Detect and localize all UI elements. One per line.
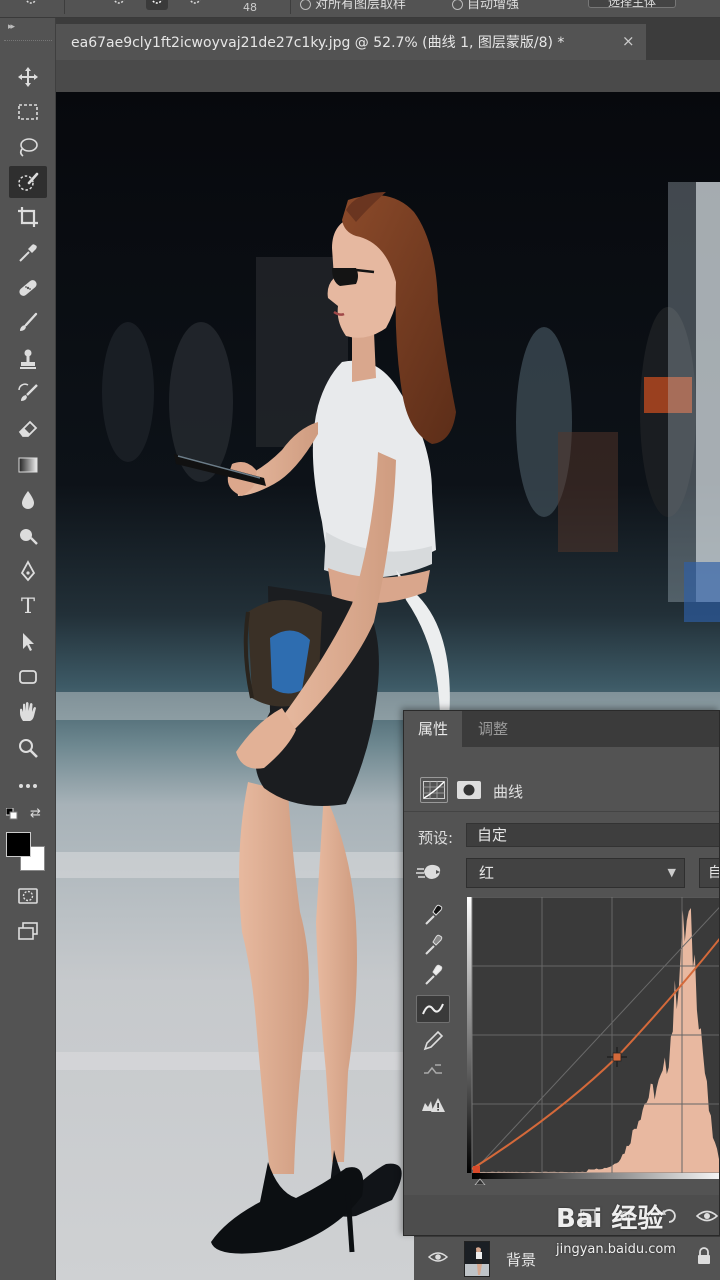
sample-all-layers-label: 对所有图层取样	[315, 0, 407, 12]
collapse-panel-icon[interactable]: ▸▸	[8, 22, 15, 32]
subtract-from-selection-icon[interactable]	[184, 0, 206, 10]
tab-adjustments[interactable]: 调整	[464, 711, 522, 747]
move-tool-icon[interactable]	[9, 61, 47, 93]
brush-preset-icon[interactable]	[20, 0, 42, 10]
panel-grip[interactable]	[4, 40, 52, 43]
clip-to-layer-icon[interactable]	[578, 1205, 600, 1227]
options-separator	[290, 0, 291, 14]
rectangle-tool-icon[interactable]	[9, 661, 47, 693]
add-to-selection-icon[interactable]	[146, 0, 168, 10]
clipping-warning-icon[interactable]	[416, 1091, 450, 1119]
clone-stamp-tool-icon[interactable]	[9, 343, 47, 375]
document-tab-title: ea67ae9cly1ft2icwoyvaj21de27c1ky.jpg @ 5…	[71, 35, 565, 51]
close-tab-icon[interactable]: ×	[622, 32, 635, 50]
pen-tool-icon[interactable]	[9, 555, 47, 587]
layer-mask-icon[interactable]	[456, 780, 482, 800]
lock-icon	[698, 1247, 710, 1264]
healing-brush-tool-icon[interactable]	[9, 272, 47, 304]
path-selection-tool-icon[interactable]	[9, 626, 47, 658]
sample-gray-point-icon[interactable]	[416, 931, 450, 959]
document-tab-bar: ea67ae9cly1ft2icwoyvaj21de27c1ky.jpg @ 5…	[56, 18, 720, 60]
brush-size-value[interactable]: 48	[243, 1, 257, 14]
tab-properties[interactable]: 属性	[404, 711, 463, 747]
select-subject-button[interactable]: 选择主体	[588, 0, 676, 9]
new-selection-icon[interactable]	[108, 0, 130, 10]
quick-selection-tool-icon[interactable]	[9, 166, 47, 198]
foreground-color-swatch[interactable]	[6, 832, 31, 857]
sample-black-point-icon[interactable]	[416, 901, 450, 929]
quick-mask-icon[interactable]	[9, 880, 47, 912]
view-previous-state-icon[interactable]	[616, 1205, 638, 1227]
marquee-tool-icon[interactable]	[9, 96, 47, 128]
layer-visibility-eye-icon[interactable]	[428, 1249, 448, 1265]
blur-tool-icon[interactable]	[9, 484, 47, 516]
panel-divider	[404, 811, 719, 812]
layer-row-background[interactable]: 背景	[414, 1236, 720, 1280]
layer-thumbnail	[464, 1241, 490, 1277]
auto-enhance-checkbox[interactable]: 自动增强	[452, 0, 519, 12]
sample-all-layers-checkbox[interactable]: 对所有图层取样	[300, 0, 406, 12]
properties-footer	[404, 1195, 719, 1235]
brush-tool-icon[interactable]	[9, 307, 47, 339]
toggle-visibility-icon[interactable]	[695, 1205, 719, 1227]
layer-name[interactable]: 背景	[506, 1249, 536, 1270]
targeted-adjustment-icon[interactable]	[416, 861, 446, 883]
preset-label: 预设:	[418, 829, 454, 847]
eraser-tool-icon[interactable]	[9, 413, 47, 445]
swap-colors-icon[interactable]: ⇄	[30, 806, 41, 821]
curves-graph[interactable]	[467, 897, 719, 1185]
channel-dropdown[interactable]: 红 ▼	[466, 858, 685, 888]
photoshop-window: 48 对所有图层取样 自动增强 选择主体 ▸▸ T ⇄ ea67ae9cly1f…	[0, 0, 720, 1280]
screen-mode-icon[interactable]	[9, 915, 47, 947]
tools-panel: ▸▸ T ⇄	[0, 18, 56, 1280]
gradient-tool-icon[interactable]	[9, 449, 47, 481]
chevron-down-icon: ▼	[667, 866, 676, 879]
color-swatches: ⇄	[0, 806, 56, 886]
curves-adjustment-icon[interactable]	[420, 777, 448, 803]
options-bar: 48 对所有图层取样 自动增强 选择主体	[0, 0, 720, 18]
type-tool-glyph: T	[20, 594, 35, 618]
sample-white-point-icon[interactable]	[416, 961, 450, 989]
crop-tool-icon[interactable]	[9, 201, 47, 233]
hand-tool-icon[interactable]	[9, 696, 47, 728]
preset-dropdown[interactable]: 自定	[466, 823, 719, 847]
eyedropper-tool-icon[interactable]	[9, 237, 47, 269]
pencil-curve-tool-icon[interactable]	[416, 1027, 450, 1055]
checkbox-box	[452, 0, 463, 10]
dodge-tool-icon[interactable]	[9, 520, 47, 552]
curve-edit-tool-icon[interactable]	[416, 995, 450, 1023]
channel-value: 红	[479, 864, 495, 882]
history-brush-tool-icon[interactable]	[9, 378, 47, 410]
properties-panel: 属性 调整 曲线 预设: 自定 红 ▼ 自	[403, 710, 720, 1236]
auto-button[interactable]: 自	[699, 858, 719, 888]
checkbox-box	[300, 0, 311, 10]
curves-histogram-graph	[467, 897, 719, 1185]
document-tab[interactable]: ea67ae9cly1ft2icwoyvaj21de27c1ky.jpg @ 5…	[56, 24, 646, 60]
smooth-curve-icon[interactable]	[416, 1057, 450, 1085]
type-tool-icon[interactable]: T	[9, 590, 47, 622]
lasso-tool-icon[interactable]	[9, 131, 47, 163]
properties-tabs: 属性 调整	[404, 711, 719, 747]
default-colors-icon[interactable]	[6, 808, 18, 820]
reset-adjustment-icon[interactable]	[658, 1205, 680, 1227]
curve-endpoint[interactable]	[473, 1166, 480, 1173]
more-tools-icon[interactable]	[9, 770, 47, 802]
adjustment-kind-label: 曲线	[493, 783, 524, 801]
auto-enhance-label: 自动增强	[467, 0, 520, 12]
options-separator	[64, 0, 65, 14]
zoom-tool-icon[interactable]	[9, 732, 47, 764]
